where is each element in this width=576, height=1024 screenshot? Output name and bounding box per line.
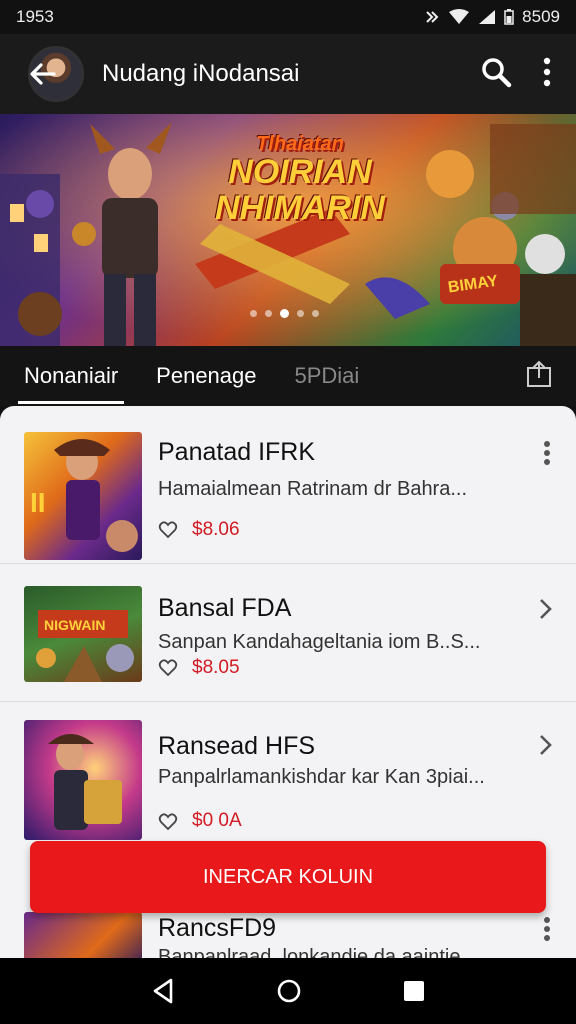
banner-title: Tlhaiatan NOIRIAN NHIMARIN: [200, 134, 400, 226]
carousel-indicator: [250, 309, 319, 318]
list-item[interactable]: NIGWAIN Bansal FDA Sanpan Kandahageltani…: [0, 564, 576, 702]
item-title: Panatad IFRK: [158, 438, 316, 466]
svg-text:NIGWAIN: NIGWAIN: [44, 617, 105, 633]
battery-icon: [504, 9, 514, 25]
app-bar: Nudang iNodansai: [0, 34, 576, 114]
status-icons: 8509: [424, 7, 560, 27]
app-title: Nudang iNodansai: [102, 60, 300, 87]
back-button[interactable]: [22, 54, 62, 94]
item-description: Panpalrlamankishdar kar Kan 3piai...: [158, 766, 485, 788]
carousel-dot-active[interactable]: [280, 309, 289, 318]
chevron-right-icon[interactable]: [538, 734, 552, 756]
home-circle-icon[interactable]: [276, 978, 302, 1004]
list-item[interactable]: II Panatad IFRK Hamaialmean Ratrinam dr …: [0, 406, 576, 564]
carousel-dot[interactable]: [250, 310, 257, 317]
tab-5pdiai[interactable]: 5PDiai: [289, 346, 366, 406]
item-description: Banpanlraad ,lonkandie da aaintie: [158, 946, 461, 958]
status-bar: 1953 8509: [0, 0, 576, 34]
back-arrow-icon: [30, 63, 56, 85]
item-thumbnail: NIGWAIN: [24, 586, 142, 682]
item-description: Sanpan Kandahageltania iom B..S...: [158, 631, 481, 653]
banner-title-line1: Tlhaiatan: [256, 133, 344, 155]
more-vert-icon[interactable]: [542, 916, 552, 942]
more-vert-icon[interactable]: [542, 440, 552, 466]
banner-title-line2: NOIRIAN: [228, 153, 372, 191]
tab-nonaniair[interactable]: Nonaniair: [18, 346, 125, 406]
item-thumbnail: II: [24, 432, 142, 560]
item-thumbnail: [24, 912, 142, 958]
carousel-dot[interactable]: [265, 310, 272, 317]
signal-icon: [479, 10, 496, 24]
primary-action-button[interactable]: INERCAR KOLUIN: [30, 841, 546, 913]
overflow-menu-button[interactable]: [542, 57, 552, 92]
status-time: 1953: [16, 7, 54, 26]
chevron-right-icon[interactable]: [538, 598, 552, 620]
item-price: $8.05: [192, 657, 240, 678]
back-triangle-icon[interactable]: [151, 978, 175, 1004]
carousel-dot[interactable]: [312, 310, 319, 317]
tab-penenage[interactable]: Penenage: [150, 346, 262, 406]
tab-bar: Nonaniair Penenage 5PDiai: [0, 346, 576, 406]
system-nav-bar: [0, 958, 576, 1024]
thumbnail-art: II: [30, 439, 138, 552]
item-price: $0 0A: [192, 810, 242, 831]
item-price: $8.06: [192, 519, 240, 540]
banner-title-line3: NHIMARIN: [215, 188, 385, 227]
share-icon: [527, 360, 551, 387]
more-vert-icon: [543, 57, 551, 86]
search-button[interactable]: [480, 56, 512, 93]
share-button[interactable]: [526, 360, 552, 393]
heart-icon[interactable]: [158, 812, 178, 832]
thumbnail-art: [48, 734, 122, 830]
vibrate-icon: [426, 11, 439, 23]
item-title: RancsFD9: [158, 914, 277, 942]
item-title: Ransead HFS: [158, 732, 316, 760]
heart-icon[interactable]: [158, 658, 178, 678]
heart-icon[interactable]: [158, 520, 178, 540]
item-title: Bansal FDA: [158, 594, 292, 622]
hero-banner[interactable]: Tlhaiatan NOIRIAN NHIMARIN BIMAY: [0, 114, 576, 346]
battery-text: 8509: [522, 7, 560, 26]
wifi-icon: [449, 9, 470, 24]
item-thumbnail: [24, 720, 142, 840]
carousel-dot[interactable]: [297, 310, 304, 317]
item-description: Hamaialmean Ratrinam dr Bahra...: [158, 478, 468, 500]
svg-text:II: II: [30, 487, 46, 518]
recents-square-icon[interactable]: [403, 980, 425, 1002]
thumbnail-art: NIGWAIN: [36, 610, 134, 682]
search-icon: [482, 57, 512, 87]
